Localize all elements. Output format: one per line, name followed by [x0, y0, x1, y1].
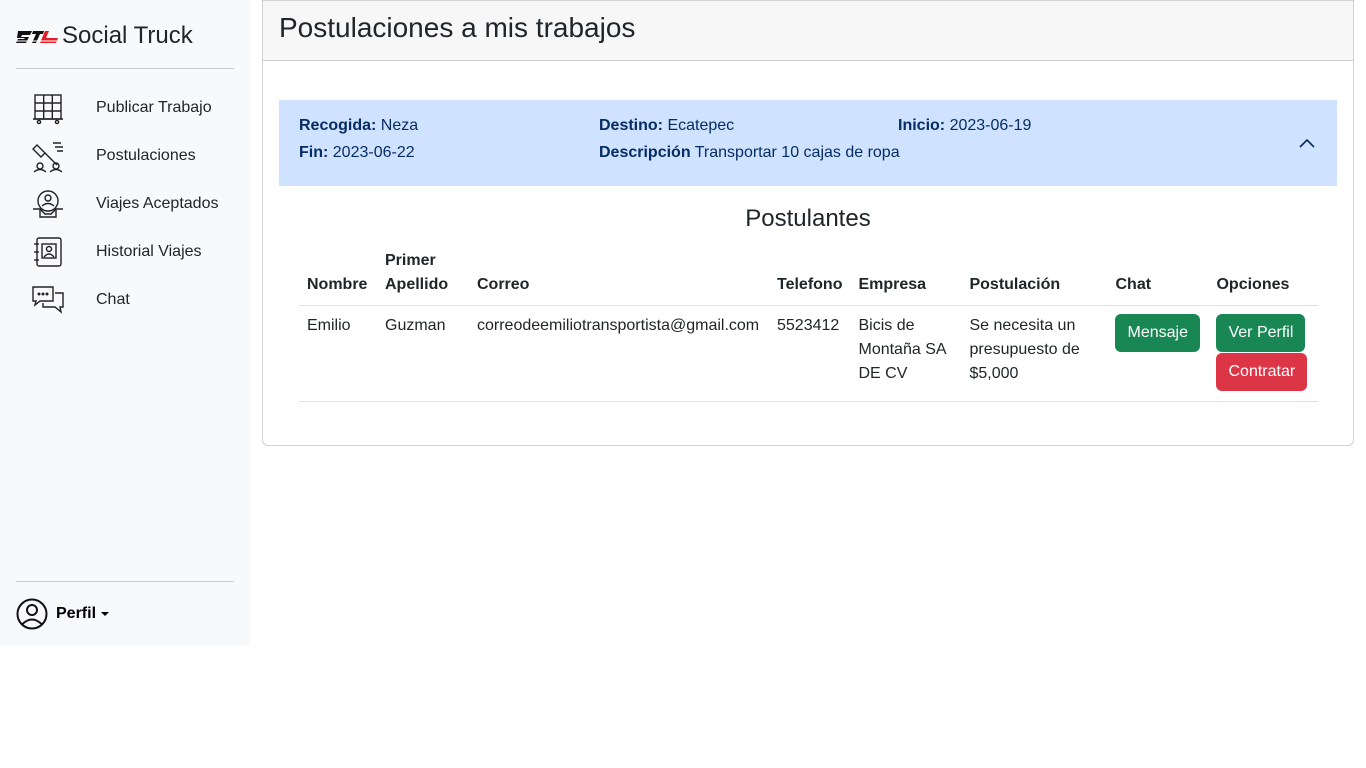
sidebar-item-label: Historial Viajes — [96, 243, 202, 260]
end-label: Fin: — [299, 144, 329, 161]
contact-book-icon — [16, 232, 80, 272]
header-telefono: Telefono — [769, 245, 851, 306]
caret-down-icon — [101, 612, 110, 616]
sidebar-nav: Publicar Trabajo Postulaciones Viajes Ac… — [16, 84, 234, 324]
sidebar-item-label: Viajes Aceptados — [96, 195, 219, 212]
profile-label: Perfil — [56, 605, 97, 622]
sidebar-divider-top — [16, 68, 234, 69]
applications-card: Postulaciones a mis trabajos Recogida: N… — [262, 0, 1354, 446]
warehouse-shelves-icon — [16, 88, 80, 128]
table-row: Emilio Guzman correodeemiliotransportist… — [299, 305, 1318, 402]
sidebar-item-postulaciones[interactable]: Postulaciones — [16, 132, 234, 180]
cell-opciones: Ver Perfil Contratar — [1208, 305, 1318, 402]
description-value: Transportar 10 cajas de ropa — [694, 144, 900, 161]
destination-label: Destino: — [599, 117, 663, 134]
cell-postulacion: Se necesita un presupuesto de $5,000 — [961, 305, 1108, 402]
sidebar-item-label: Chat — [96, 291, 130, 308]
header-primer-apellido-line2: Apellido — [385, 276, 449, 293]
sidebar-item-historial-viajes[interactable]: Historial Viajes — [16, 228, 234, 276]
page-title: Postulaciones a mis trabajos — [279, 12, 636, 43]
cell-chat: Mensaje — [1107, 305, 1209, 402]
sidebar: Social Truck Publicar Trabajo Postulacio… — [0, 0, 250, 646]
table-header-row: Nombre Primer Apellido Correo Telefono E… — [299, 245, 1318, 306]
cell-correo: correodeemiliotransportista@gmail.com — [469, 305, 769, 402]
pickup-value: Neza — [380, 117, 419, 134]
app-name: Social Truck — [62, 22, 193, 49]
header-postulacion: Postulación — [961, 245, 1108, 306]
brand[interactable]: Social Truck — [16, 20, 193, 52]
view-profile-button[interactable]: Ver Perfil — [1216, 314, 1306, 352]
header-correo: Correo — [469, 245, 769, 306]
applicants-title: Postulantes — [745, 205, 871, 232]
destination-value: Ecatepec — [667, 117, 735, 134]
header-empresa: Empresa — [850, 245, 962, 306]
start-value: 2023-06-19 — [949, 117, 1032, 134]
chevron-up-icon[interactable] — [1297, 134, 1317, 154]
message-button[interactable]: Mensaje — [1115, 314, 1200, 352]
pickup-info: Recogida: Neza — [299, 117, 418, 135]
cell-apellido: Guzman — [377, 305, 469, 402]
chat-bubbles-icon — [16, 280, 80, 320]
user-circle-icon — [16, 598, 48, 630]
header-opciones: Opciones — [1208, 245, 1318, 306]
pickup-label: Recogida: — [299, 117, 377, 134]
start-label: Inicio: — [898, 117, 946, 134]
end-info: Fin: 2023-06-22 — [299, 144, 415, 162]
sidebar-item-viajes-aceptados[interactable]: Viajes Aceptados — [16, 180, 234, 228]
cell-telefono: 5523412 — [769, 305, 851, 402]
sidebar-item-chat[interactable]: Chat — [16, 276, 234, 324]
sidebar-item-publicar-trabajo[interactable]: Publicar Trabajo — [16, 84, 234, 132]
job-accordion-header[interactable]: Recogida: Neza Destino: Ecatepec Inicio:… — [279, 100, 1337, 186]
handshake-gear-icon — [16, 184, 80, 224]
social-truck-logo-icon — [16, 31, 60, 43]
sidebar-divider-bottom — [16, 581, 234, 582]
applicants-table: Nombre Primer Apellido Correo Telefono E… — [299, 245, 1318, 402]
destination-info: Destino: Ecatepec — [599, 117, 734, 135]
header-nombre: Nombre — [299, 245, 377, 306]
header-primer-apellido-line1: Primer — [385, 252, 436, 269]
hire-button[interactable]: Contratar — [1216, 353, 1308, 391]
header-primer-apellido: Primer Apellido — [377, 245, 469, 306]
end-value: 2023-06-22 — [332, 144, 415, 161]
applications-icon — [16, 136, 80, 176]
card-header: Postulaciones a mis trabajos — [263, 1, 1353, 61]
profile-dropdown[interactable]: Perfil — [16, 598, 110, 630]
start-info: Inicio: 2023-06-19 — [898, 117, 1031, 135]
sidebar-item-label: Postulaciones — [96, 147, 196, 164]
sidebar-item-label: Publicar Trabajo — [96, 99, 212, 116]
cell-nombre: Emilio — [299, 305, 377, 402]
cell-empresa: Bicis de Montaña SA DE CV — [850, 305, 962, 402]
header-chat: Chat — [1107, 245, 1209, 306]
description-label: Descripción — [599, 144, 691, 161]
description-info: Descripción Transportar 10 cajas de ropa — [599, 144, 900, 162]
